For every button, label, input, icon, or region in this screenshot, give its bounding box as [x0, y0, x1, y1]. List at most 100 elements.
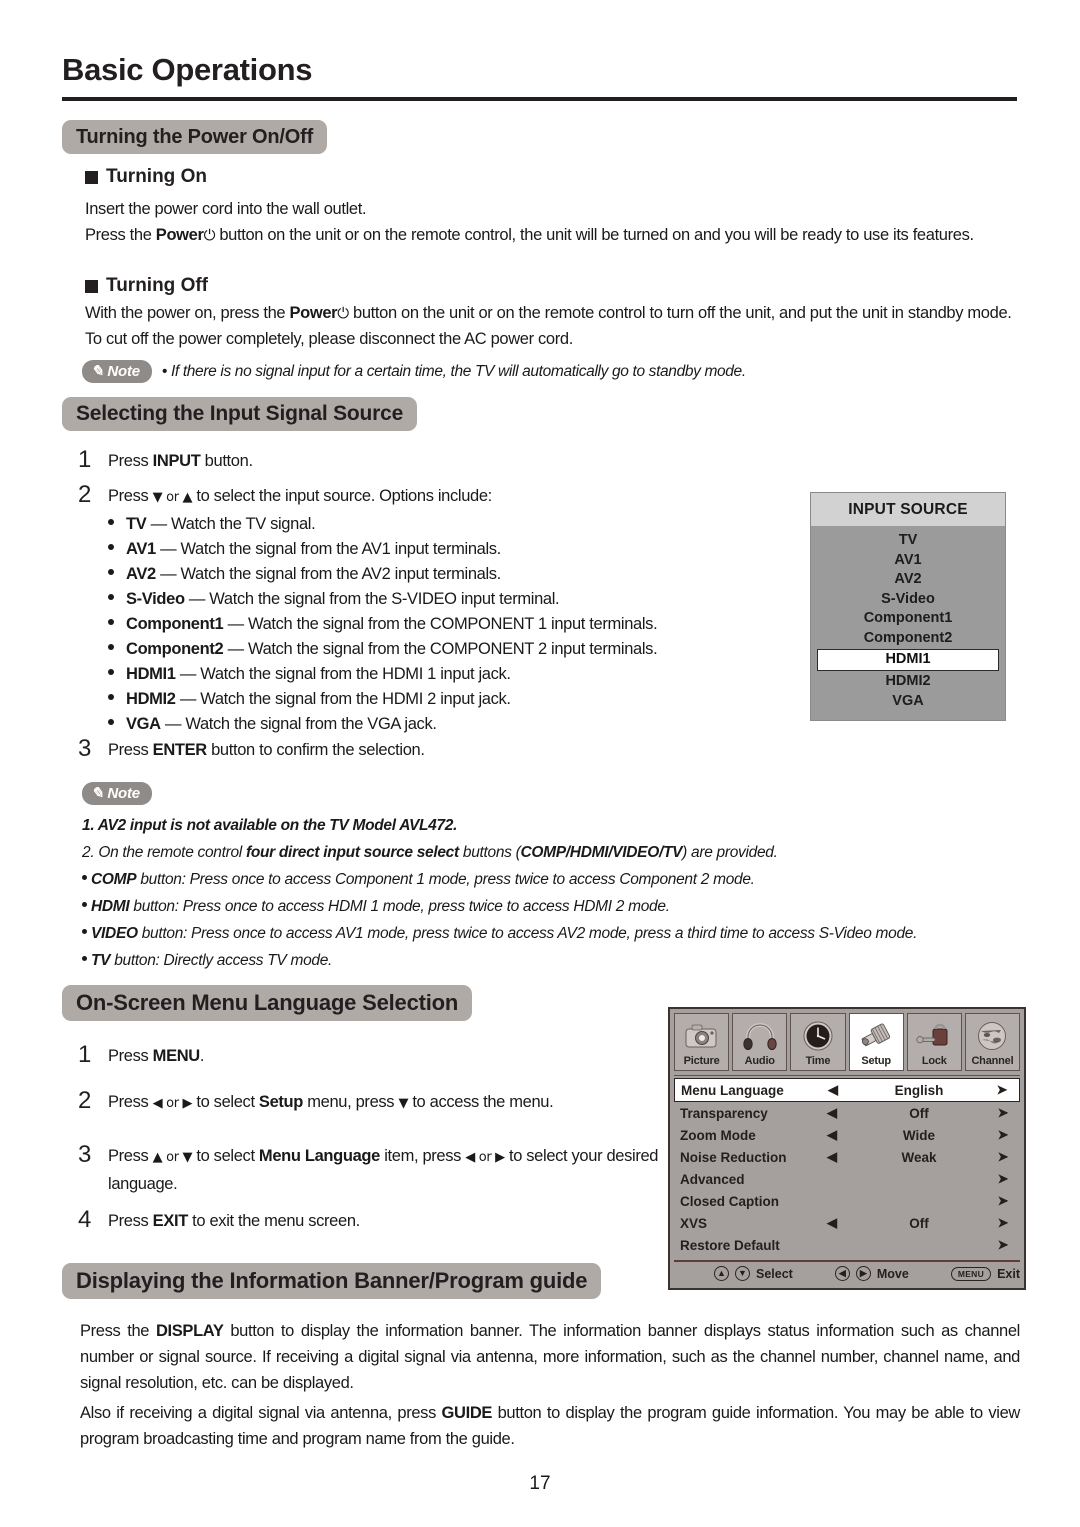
right-arrow-icon[interactable]: ➤ [986, 1127, 1020, 1143]
list-item: VGA — Watch the signal from the VGA jack… [108, 712, 657, 737]
option-desc: — Watch the signal from the COMPONENT 2 … [227, 640, 658, 658]
language-step-2-post: to access the menu. [408, 1093, 554, 1111]
input-step-3-post: button to confirm the selection. [206, 741, 425, 759]
leftright-arrow-icon: ◀ or ▶ [465, 1150, 505, 1165]
menu-row-noise-reduction-label: Noise Reduction [680, 1149, 787, 1165]
tab-lock[interactable]: Lock [906, 1013, 962, 1071]
input-source-option-hdmi2[interactable]: HDMI2 [811, 672, 1005, 692]
option-name: TV [126, 515, 147, 533]
menu-row-noise-reduction[interactable]: Noise Reduction ◀ Weak ➤ [674, 1146, 1020, 1168]
bullet-dot-icon [108, 669, 114, 675]
language-step-4-post: to exit the menu screen. [187, 1212, 360, 1230]
option-name: S-Video [126, 590, 185, 608]
menu-row-zoom-mode[interactable]: Zoom Mode ◀ Wide ➤ [674, 1124, 1020, 1146]
right-arrow-icon[interactable]: ➤ [986, 1149, 1020, 1165]
note-bullet-hdmi-key: HDMI [91, 898, 130, 915]
note-bullet-comp-key: COMP [91, 871, 137, 888]
list-item: S-Video — Watch the signal from the S-VI… [108, 587, 657, 612]
menu-row-xvs[interactable]: XVS ◀ Off ➤ [674, 1212, 1020, 1234]
right-arrow-icon[interactable]: ➤ [986, 1171, 1020, 1187]
updown-arrow-icon: ▼ or ▲ [152, 490, 193, 505]
note-input-item-1: 1. AV2 input is not available on the TV … [82, 812, 1022, 839]
language-step-4-pre: Press [108, 1212, 153, 1230]
tab-picture-label: Picture [683, 1055, 720, 1067]
left-arrow-icon[interactable]: ◀ [812, 1215, 852, 1231]
note-bullet-comp-text: button: Press once to access Component 1… [136, 871, 755, 888]
input-source-option-hdmi1-selected[interactable]: HDMI1 [817, 649, 999, 671]
right-arrow-icon[interactable]: ➤ [986, 1215, 1020, 1231]
camera-icon [675, 1017, 728, 1055]
note-bullet-video-key: VIDEO [91, 925, 138, 942]
input-step-3-text: Press ENTER button to confirm the select… [108, 737, 425, 763]
right-arrow-icon[interactable]: ➤ [985, 1082, 1019, 1098]
enter-button-keyword: ENTER [152, 741, 208, 759]
bullet-dot-icon [108, 569, 114, 575]
section-heading-power: Turning the Power On/Off [62, 120, 328, 154]
tab-channel[interactable]: Channel [964, 1013, 1021, 1071]
tab-setup[interactable]: Setup [848, 1013, 904, 1071]
left-arrow-icon[interactable]: ◀ [812, 1149, 852, 1165]
language-step-3-mid2: item, press [379, 1147, 466, 1165]
tab-audio[interactable]: Audio [732, 1013, 788, 1071]
option-desc: — Watch the signal from the AV1 input te… [160, 540, 501, 558]
language-step-4: 4 Press EXIT to exit the menu screen. [78, 1208, 668, 1234]
menu-row-menu-language[interactable]: Menu Language ◀ English ➤ [674, 1078, 1020, 1102]
menu-button-keyword: MENU [152, 1047, 201, 1065]
square-bullet-icon [85, 279, 98, 293]
input-source-option-s-video[interactable]: S-Video [811, 590, 1005, 610]
note-bullet-hdmi-text: button: Press once to access HDMI 1 mode… [129, 898, 670, 915]
banner-p2-pre: Also if receiving a digital signal via a… [80, 1404, 442, 1422]
input-step-1-number: 1 [78, 446, 92, 473]
right-arrow-icon[interactable]: ➤ [986, 1237, 1020, 1253]
language-step-1-text: Press MENU. [108, 1043, 204, 1069]
exit-button-keyword: EXIT [152, 1212, 189, 1230]
input-source-option-tv[interactable]: TV [811, 531, 1005, 551]
input-source-option-av1[interactable]: AV1 [811, 551, 1005, 571]
menu-row-transparency[interactable]: Transparency ◀ Off ➤ [674, 1102, 1020, 1124]
option-name: Component1 [126, 615, 224, 633]
setup-menu-rows: Menu Language ◀ English ➤ Transparency ◀… [674, 1075, 1020, 1256]
menu-row-transparency-value: Off [909, 1105, 929, 1121]
footer-select-group: ▲ ▼ Select [714, 1266, 793, 1281]
input-source-option-av2[interactable]: AV2 [811, 570, 1005, 590]
right-arrow-icon[interactable]: ➤ [986, 1193, 1020, 1209]
option-name: AV1 [126, 540, 156, 558]
note-input-item-2-bold2: COMP/HDMI/VIDEO/TV [520, 844, 683, 861]
list-item: HDMI1 — Watch the signal from the HDMI 1… [108, 662, 657, 687]
footer-move-group: ◀ ▶ Move [834, 1266, 909, 1281]
input-source-option-component1[interactable]: Component1 [811, 609, 1005, 629]
section-heading-input-source: Selecting the Input Signal Source [62, 397, 418, 431]
menu-row-restore-default[interactable]: Restore Default ➤ [674, 1234, 1020, 1256]
turning-off-line1: With the power on, press the Power⏻ butt… [85, 300, 1020, 352]
language-step-2-pre: Press [108, 1093, 153, 1111]
banner-paragraph-2: Also if receiving a digital signal via a… [80, 1400, 1020, 1452]
language-step-1-number: 1 [78, 1041, 92, 1068]
note-bullet-video: VIDEO button: Press once to access AV1 m… [82, 920, 1022, 947]
input-source-option-component2[interactable]: Component2 [811, 629, 1005, 649]
turning-off-pre: With the power on, press the [85, 304, 290, 322]
turning-on-line2-pre: Press the [85, 226, 156, 244]
language-step-2-mid: to select [192, 1093, 259, 1111]
note-bullet-video-text: button: Press once to access AV1 mode, p… [137, 925, 918, 942]
tab-time[interactable]: Time [790, 1013, 846, 1071]
language-step-3: 3 Press ▲ or ▼ to select Menu Language i… [78, 1143, 668, 1197]
tab-channel-label: Channel [971, 1055, 1014, 1067]
option-desc: — Watch the signal from the COMPONENT 1 … [227, 615, 658, 633]
language-step-3-number: 3 [78, 1141, 92, 1168]
tab-picture[interactable]: Picture [674, 1013, 730, 1071]
language-step-1-pre: Press [108, 1047, 153, 1065]
note-standby: ✎ Note • If there is no signal input for … [82, 360, 746, 383]
input-source-osd-list: TV AV1 AV2 S-Video Component1 Component2… [811, 526, 1005, 720]
left-arrow-icon[interactable]: ◀ [813, 1082, 853, 1098]
left-arrow-icon[interactable]: ◀ [812, 1105, 852, 1121]
input-source-option-vga[interactable]: VGA [811, 692, 1005, 712]
right-arrow-icon[interactable]: ➤ [986, 1105, 1020, 1121]
power-keyword-1: Power [155, 226, 204, 244]
note-input-item-2-post: ) are provided. [682, 844, 778, 861]
menu-row-closed-caption[interactable]: Closed Caption ➤ [674, 1190, 1020, 1212]
list-item: AV1 — Watch the signal from the AV1 inpu… [108, 537, 657, 562]
menu-row-advanced[interactable]: Advanced ➤ [674, 1168, 1020, 1190]
note-standby-text: • If there is no signal input for a cert… [161, 362, 746, 380]
input-step-2-number: 2 [78, 481, 92, 508]
left-arrow-icon[interactable]: ◀ [812, 1127, 852, 1143]
